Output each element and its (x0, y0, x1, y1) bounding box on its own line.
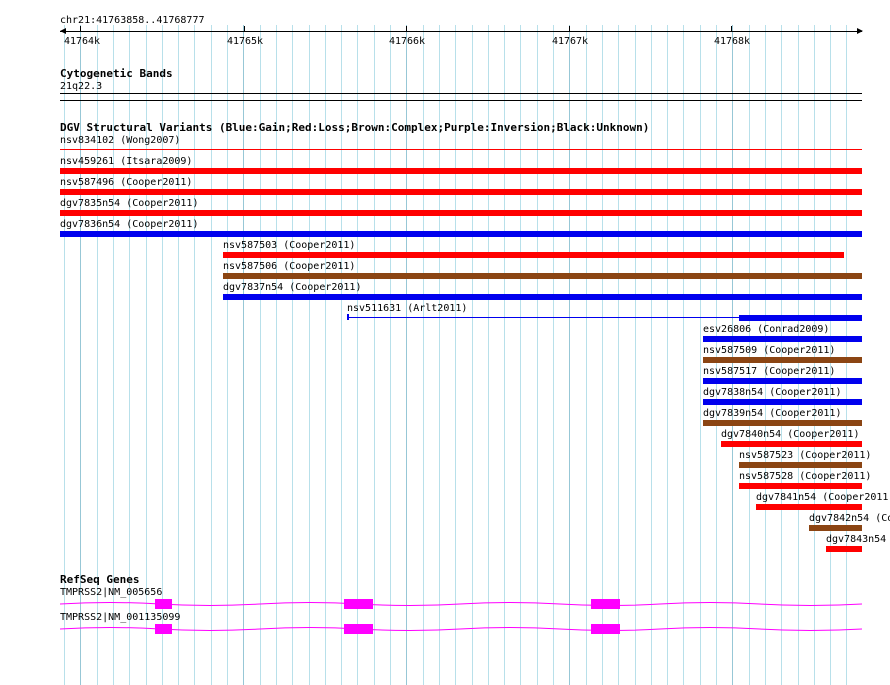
grid-line (700, 25, 701, 685)
grid-line (651, 25, 652, 685)
variant-label[interactable]: dgv7843n54 (826, 534, 886, 545)
dgv-track-title[interactable]: DGV Structural Variants (Blue:Gain;Red:L… (60, 122, 649, 134)
variant-label[interactable]: nsv834102 (Wong2007) (60, 135, 180, 146)
ruler-right-arrow-icon (857, 28, 863, 34)
variant-label[interactable]: esv26806 (Conrad2009) (703, 324, 829, 335)
variant-label[interactable]: dgv7839n54 (Cooper2011) (703, 408, 841, 419)
gene-exon[interactable] (344, 599, 373, 609)
gene-exon[interactable] (591, 624, 620, 634)
coordinate-label: chr21:41763858..41768777 (60, 15, 205, 26)
variant-bar[interactable] (703, 378, 862, 384)
cytoband-track-title[interactable]: Cytogenetic Bands (60, 68, 173, 80)
variant-bar[interactable] (703, 420, 862, 426)
cytoband-bar-top (60, 93, 862, 94)
variant-bar[interactable] (703, 336, 862, 342)
variant-bar[interactable] (809, 525, 862, 531)
grid-line (667, 25, 668, 685)
variant-bar[interactable] (60, 189, 862, 195)
variant-bar[interactable] (703, 357, 862, 363)
ruler-tick (244, 26, 245, 32)
variant-label[interactable]: nsv459261 (Itsara2009) (60, 156, 192, 167)
variant-label[interactable]: dgv7838n54 (Cooper2011) (703, 387, 841, 398)
variant-label[interactable]: dgv7836n54 (Cooper2011) (60, 219, 198, 230)
ruler-left-arrow-icon (60, 28, 66, 34)
variant-bar[interactable] (756, 504, 862, 510)
variant-label[interactable]: nsv587509 (Cooper2011) (703, 345, 835, 356)
ruler-tick (731, 26, 732, 32)
variant-connector-line[interactable] (347, 317, 739, 318)
variant-bar[interactable] (223, 252, 844, 258)
variant-label[interactable]: nsv587503 (Cooper2011) (223, 240, 355, 251)
ruler-tick (569, 26, 570, 32)
ruler-tick (80, 26, 81, 32)
ruler-tick (406, 26, 407, 32)
refseq-track-title[interactable]: RefSeq Genes (60, 574, 139, 586)
ruler-label: 41767k (551, 36, 589, 47)
variant-label[interactable]: dgv7837n54 (Cooper2011) (223, 282, 361, 293)
ruler-label: 41768k (713, 36, 751, 47)
variant-label[interactable]: nsv587506 (Cooper2011) (223, 261, 355, 272)
variant-bar[interactable] (739, 315, 862, 321)
variant-bar[interactable] (223, 294, 862, 300)
variant-bar[interactable] (739, 483, 862, 489)
variant-label[interactable]: nsv587496 (Cooper2011) (60, 177, 192, 188)
variant-bar[interactable] (60, 149, 862, 150)
variant-label[interactable]: nsv587528 (Cooper2011) (739, 471, 871, 482)
ruler-line (60, 31, 862, 32)
cytoband-bar-bottom (60, 100, 862, 101)
variant-label[interactable]: dgv7841n54 (Cooper2011) (756, 492, 890, 503)
ruler-label: 41764k (63, 36, 101, 47)
variant-bar[interactable] (739, 462, 862, 468)
gene-intron-line[interactable] (60, 622, 862, 636)
ruler-label: 41766k (388, 36, 426, 47)
variant-bar[interactable] (60, 210, 862, 216)
variant-bar[interactable] (223, 273, 862, 279)
variant-bar[interactable] (826, 546, 862, 552)
gene-exon[interactable] (155, 599, 172, 609)
variant-bar[interactable] (60, 231, 862, 237)
gene-intron-line[interactable] (60, 597, 862, 611)
variant-bar[interactable] (721, 441, 862, 447)
variant-label[interactable]: dgv7840n54 (Cooper2011) (721, 429, 859, 440)
variant-label[interactable]: nsv511631 (Arlt2011) (347, 303, 467, 314)
variant-label[interactable]: nsv587523 (Cooper2011) (739, 450, 871, 461)
cytoband-label[interactable]: 21q22.3 (60, 81, 102, 92)
gene-exon[interactable] (344, 624, 373, 634)
variant-label[interactable]: nsv587517 (Cooper2011) (703, 366, 835, 377)
variant-bar[interactable] (703, 399, 862, 405)
ruler-label: 41765k (226, 36, 264, 47)
variant-bar[interactable] (60, 168, 862, 174)
variant-label[interactable]: dgv7835n54 (Cooper2011) (60, 198, 198, 209)
grid-line (846, 25, 847, 685)
variant-label[interactable]: dgv7842n54 (Co (809, 513, 890, 524)
grid-line (683, 25, 684, 685)
gene-exon[interactable] (155, 624, 172, 634)
gene-exon[interactable] (591, 599, 620, 609)
